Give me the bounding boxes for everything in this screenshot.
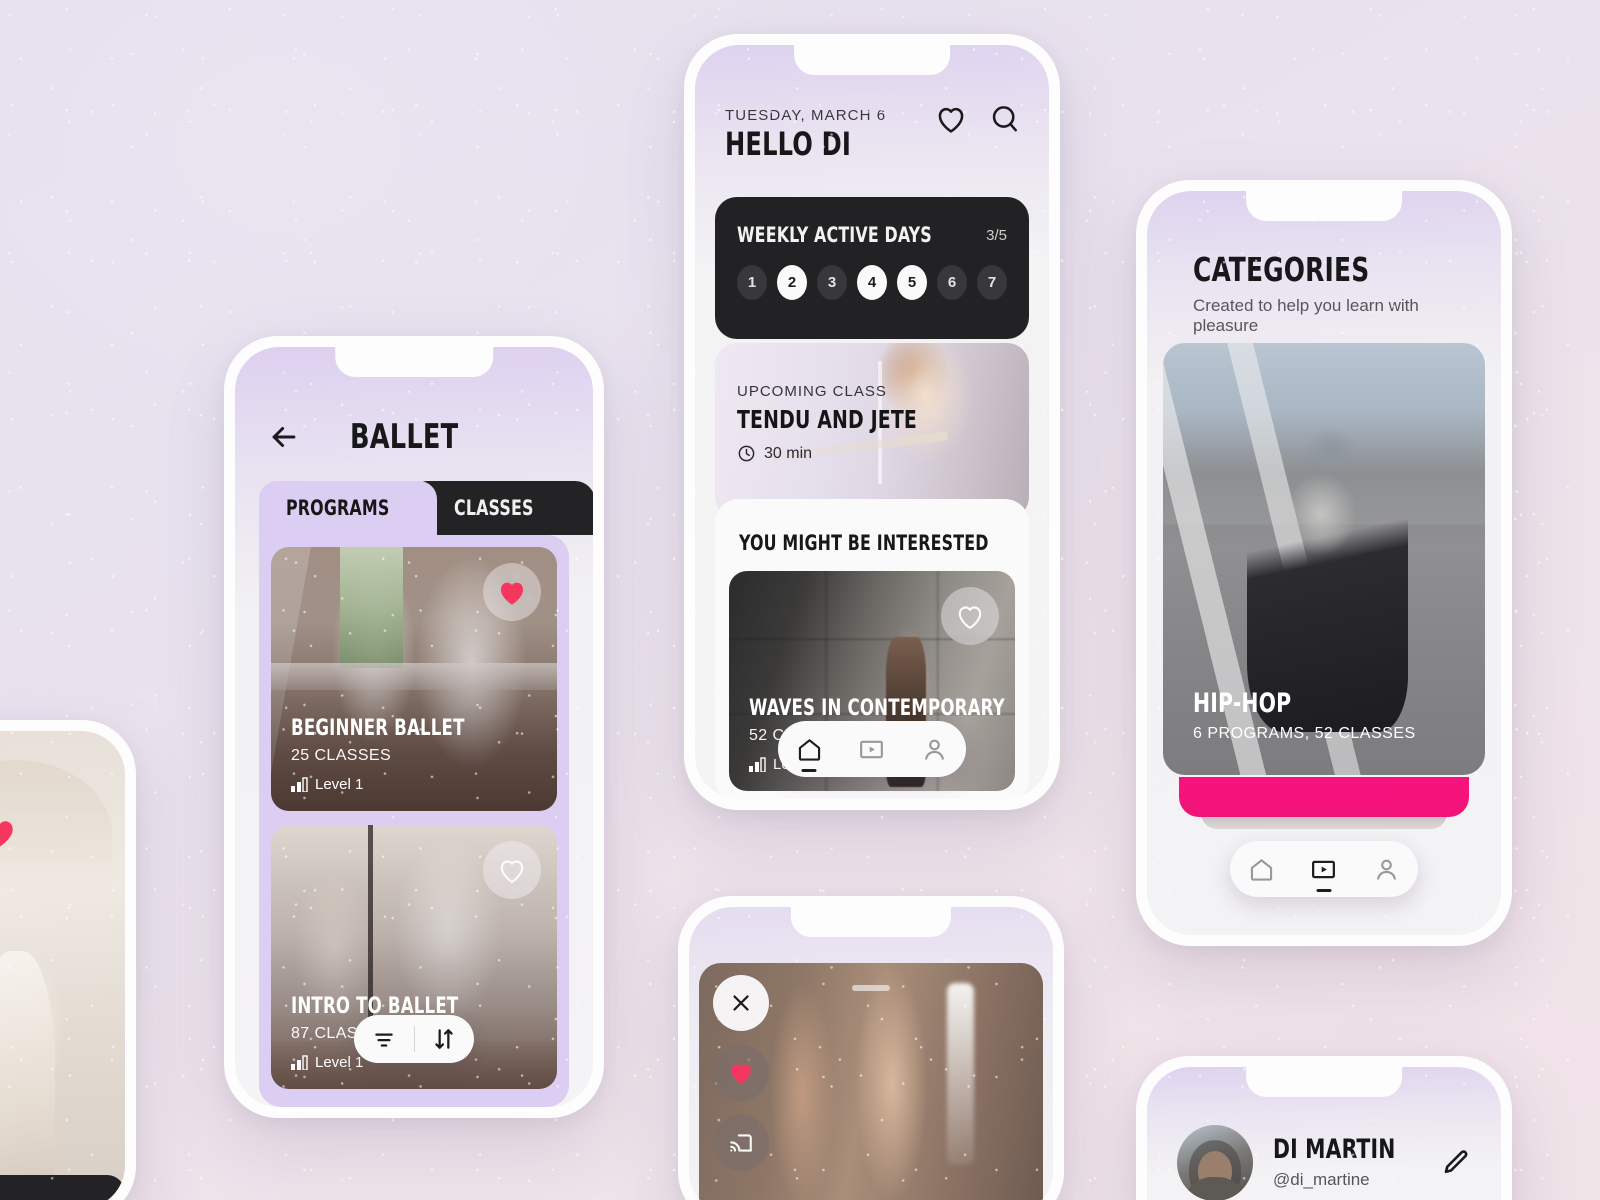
- mockup-canvas: BALLET PROGRAMS CLASSES BEGINNER BALLET …: [0, 0, 1600, 1200]
- screen-partial-left: [0, 731, 125, 1200]
- level-label: Level 1: [315, 776, 364, 793]
- phone-notch: [794, 45, 950, 75]
- upcoming-duration: 30 min: [737, 444, 951, 463]
- day-chip[interactable]: 7: [977, 265, 1007, 300]
- filter-sort-bar: [354, 1015, 474, 1063]
- phone-player: [678, 896, 1064, 1200]
- tab-programs-label: PROGRAMS: [286, 496, 390, 520]
- nav-video[interactable]: [1310, 856, 1337, 892]
- clock-icon: [737, 444, 756, 463]
- heart-filled-icon[interactable]: [0, 817, 17, 848]
- profile-identity: DI MARTIN @di_martine: [1273, 1136, 1419, 1190]
- upcoming-title: TENDU AND JETE: [737, 405, 917, 434]
- day-chip[interactable]: 1: [737, 265, 767, 300]
- filter-button[interactable]: [354, 1026, 414, 1052]
- profile-name: DI MARTIN: [1273, 1134, 1396, 1165]
- weekly-title: WEEKLY ACTIVE DAYS: [737, 223, 932, 247]
- nav-home[interactable]: [1248, 856, 1275, 883]
- player-controls: [713, 975, 769, 1171]
- day-chip[interactable]: 4: [857, 265, 887, 300]
- cast-icon[interactable]: [713, 1115, 769, 1171]
- avatar[interactable]: [1177, 1125, 1253, 1200]
- screen-home: TUESDAY, MARCH 6 HELLO DI WEEKLY ACTIVE …: [695, 45, 1049, 799]
- category-card-hiphop[interactable]: HIP-HOP 6 PROGRAMS, 52 CLASSES: [1163, 343, 1485, 775]
- heart-filled-icon[interactable]: [713, 1045, 769, 1101]
- screen-player: [689, 907, 1053, 1200]
- nav-profile[interactable]: [1373, 856, 1400, 883]
- favorite-button[interactable]: [483, 841, 541, 899]
- search-icon[interactable]: [989, 103, 1021, 135]
- heart-icon[interactable]: [935, 104, 967, 134]
- category-text: HIP-HOP 6 PROGRAMS, 52 CLASSES: [1193, 690, 1416, 743]
- favorite-button[interactable]: [941, 587, 999, 645]
- card-text: BEGINNER BALLET 25 CLASSES Level 1: [291, 717, 498, 793]
- screen-ballet: BALLET PROGRAMS CLASSES BEGINNER BALLET …: [235, 347, 593, 1107]
- nav-profile[interactable]: [921, 736, 948, 763]
- tab-classes-label: CLASSES: [453, 496, 534, 520]
- level-bars-icon: [749, 757, 766, 772]
- pencil-icon[interactable]: [1441, 1148, 1471, 1178]
- nav-video[interactable]: [858, 736, 885, 763]
- drag-handle[interactable]: [852, 985, 890, 991]
- interested-card-title: WAVES IN CONTEMPORARY: [749, 695, 1005, 721]
- favorite-button[interactable]: [483, 563, 541, 621]
- level-bars-icon: [291, 777, 308, 792]
- sort-button[interactable]: [415, 1026, 475, 1052]
- weekly-header: WEEKLY ACTIVE DAYS 3/5: [737, 223, 1007, 247]
- ballet-topbar: BALLET: [235, 411, 593, 463]
- bottom-nav-home: [778, 721, 966, 777]
- categories-subtitle: Created to help you learn with pleasure: [1193, 296, 1419, 335]
- nav-home[interactable]: [796, 736, 823, 772]
- day-chip[interactable]: 2: [777, 265, 807, 300]
- ballet-title-text: BALLET: [349, 417, 458, 457]
- phone-notch: [335, 347, 493, 377]
- weekly-count: 3/5: [986, 226, 1007, 244]
- duration-label: 30 min: [764, 444, 813, 462]
- screen-profile: DI MARTIN @di_martine: [1147, 1067, 1501, 1200]
- program-title: BEGINNER BALLET: [291, 715, 465, 741]
- close-icon[interactable]: [713, 975, 769, 1031]
- phone-categories: CATEGORIES Created to help you learn wit…: [1136, 180, 1512, 946]
- level-bars-icon: [291, 1055, 308, 1070]
- weekly-active-days-card: WEEKLY ACTIVE DAYS 3/5 1 2 3 4 5 6 7: [715, 197, 1029, 339]
- ballet-tabs: PROGRAMS CLASSES: [259, 481, 593, 535]
- tab-programs[interactable]: PROGRAMS: [259, 481, 437, 535]
- weekly-days-row: 1 2 3 4 5 6 7: [737, 265, 1007, 300]
- profile-handle: @di_martine: [1273, 1170, 1370, 1189]
- profile-header: DI MARTIN @di_martine: [1177, 1125, 1475, 1200]
- ballet-studio-photo: [0, 731, 125, 1200]
- phone-ballet: BALLET PROGRAMS CLASSES BEGINNER BALLET …: [224, 336, 604, 1118]
- screen-categories: CATEGORIES Created to help you learn wit…: [1147, 191, 1501, 935]
- phone-notch: [1246, 1067, 1402, 1097]
- day-chip[interactable]: 5: [897, 265, 927, 300]
- phone-notch: [790, 907, 952, 937]
- phone-profile: DI MARTIN @di_martine: [1136, 1056, 1512, 1200]
- program-card[interactable]: BEGINNER BALLET 25 CLASSES Level 1: [271, 547, 557, 811]
- category-name: HIP-HOP: [1193, 688, 1292, 719]
- nav-active-indicator: [1316, 888, 1332, 892]
- day-chip[interactable]: 3: [817, 265, 847, 300]
- category-meta: 6 PROGRAMS, 52 CLASSES: [1193, 725, 1416, 742]
- category-card-stack-mid: [1179, 777, 1469, 817]
- home-header-actions: [935, 103, 1021, 135]
- program-classes: 25 CLASSES: [291, 747, 392, 764]
- phone-notch: [1246, 191, 1402, 221]
- categories-title: CATEGORIES: [1193, 250, 1370, 289]
- upcoming-class-card[interactable]: UPCOMING CLASS TENDU AND JETE 30 min: [715, 343, 1029, 519]
- bottom-nav-categories: [1230, 841, 1418, 897]
- upcoming-text: UPCOMING CLASS TENDU AND JETE 30 min: [737, 383, 951, 463]
- phone-home: TUESDAY, MARCH 6 HELLO DI WEEKLY ACTIVE …: [684, 34, 1060, 810]
- upcoming-label: UPCOMING CLASS: [737, 383, 887, 400]
- program-level: Level 1: [291, 776, 498, 793]
- interested-title: YOU MIGHT BE INTERESTED: [739, 531, 989, 555]
- bottom-dark-bar: [0, 1175, 125, 1200]
- back-arrow-icon[interactable]: [267, 420, 301, 454]
- categories-header: CATEGORIES Created to help you learn wit…: [1193, 253, 1465, 336]
- phone-partial-left: [0, 720, 136, 1200]
- level-label: Level 1: [315, 1054, 364, 1071]
- day-chip[interactable]: 6: [937, 265, 967, 300]
- nav-active-indicator: [801, 768, 817, 772]
